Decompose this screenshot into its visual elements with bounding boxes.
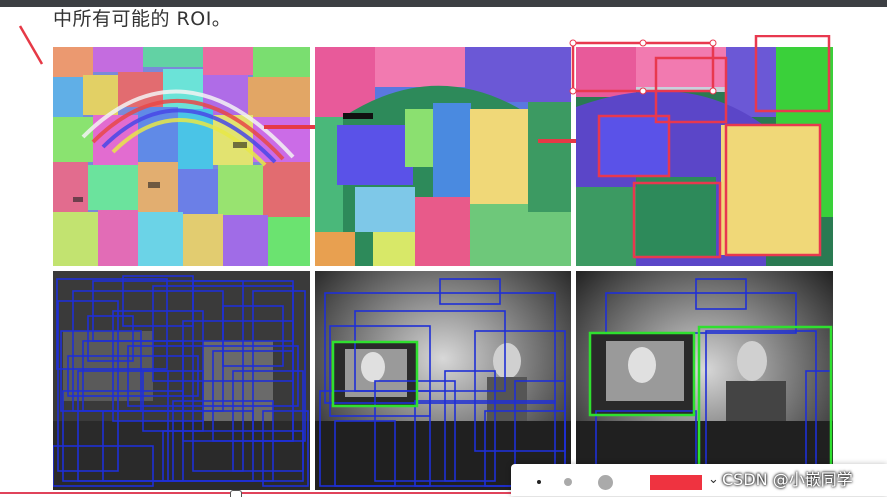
small-dot-icon[interactable] [537,480,541,484]
initial-segmentation-image [53,47,310,266]
roi-box-overlay [569,35,831,259]
filtered-proposals-image [315,271,571,490]
medium-dot-icon[interactable] [564,478,572,486]
dense-proposals-image [53,271,310,490]
final-detections-image [576,271,833,490]
progress-line [0,492,511,494]
annotation-arrow-icon [18,25,44,65]
watermark-text: CSDN @小嵌同学 [722,470,853,489]
slide-heading-text: 中所有可能的 ROI。 [53,8,232,30]
large-dot-icon[interactable] [598,475,613,490]
pen-color-swatch[interactable] [650,475,702,490]
merged-regions-image [315,47,571,266]
chevron-down-icon[interactable]: ⌄ [708,472,719,487]
